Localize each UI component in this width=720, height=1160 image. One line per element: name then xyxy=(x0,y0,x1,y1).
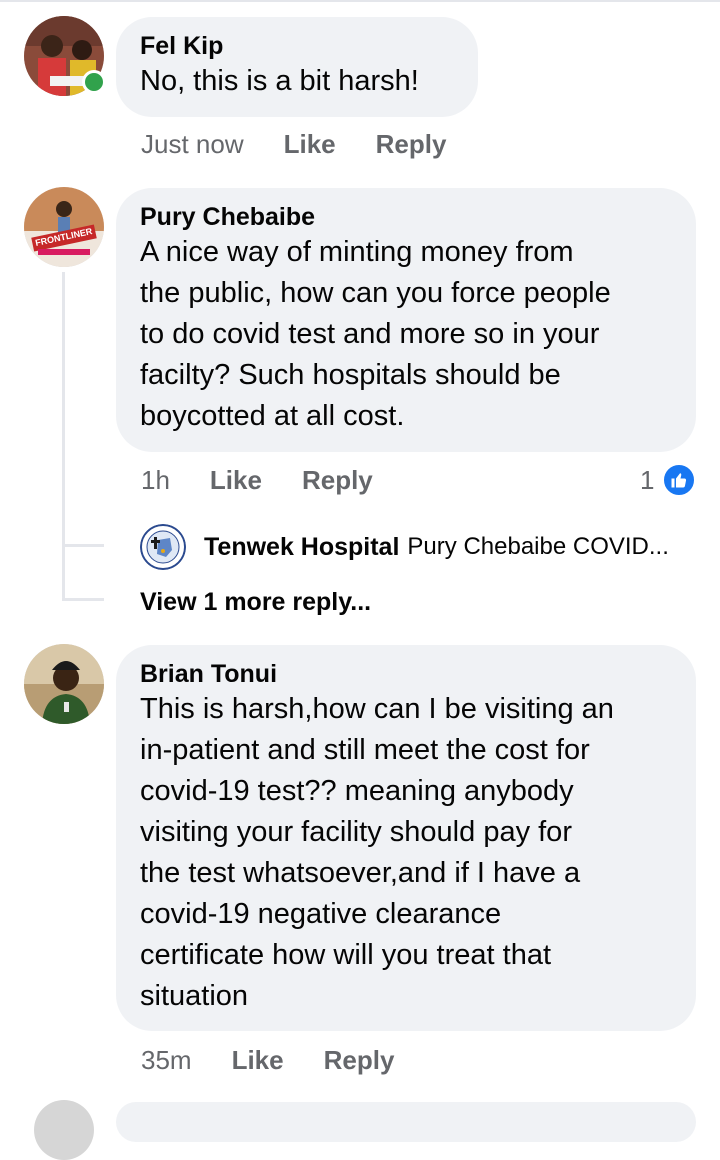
pury-chebaibe-avatar[interactable]: FRONTLINER xyxy=(24,187,104,267)
comment-text: This is harsh,how can I be visiting an i… xyxy=(140,693,614,1012)
comment-text: A nice way of minting money from the pub… xyxy=(140,236,611,432)
reaction-count: 1 xyxy=(640,464,655,495)
reply-button[interactable]: Reply xyxy=(376,129,447,160)
comment-bubble[interactable]: Pury Chebaibe A nice way of minting mone… xyxy=(116,188,696,452)
comment-timestamp[interactable]: Just now xyxy=(141,129,244,160)
like-button[interactable]: Like xyxy=(284,129,336,160)
profile-photo-icon: FRONTLINER xyxy=(24,187,104,267)
comment-author[interactable]: Brian Tonui xyxy=(140,659,672,689)
comment-author[interactable]: Fel Kip xyxy=(140,31,454,61)
comment-bubble[interactable]: Brian Tonui This is harsh,how can I be v… xyxy=(116,645,696,1031)
thumbs-up-icon xyxy=(662,463,697,497)
next-comment-bubble[interactable] xyxy=(116,1102,696,1142)
reply-preview[interactable]: Tenwek Hospital Pury Chebaibe COVID... xyxy=(140,524,669,570)
like-button[interactable]: Like xyxy=(232,1045,284,1076)
reaction-summary[interactable]: 1 xyxy=(640,463,697,497)
reply-snippet: Pury Chebaibe COVID... xyxy=(407,533,669,560)
thread-branch xyxy=(62,598,104,601)
comment-actions: 35m Like Reply xyxy=(141,1045,434,1076)
comment-author[interactable]: Pury Chebaibe xyxy=(140,202,672,232)
like-button[interactable]: Like xyxy=(210,465,262,496)
profile-photo-icon xyxy=(24,644,104,724)
thread-branch xyxy=(62,544,104,547)
view-more-replies-link[interactable]: View 1 more reply... xyxy=(140,588,371,617)
comment-actions: Just now Like Reply xyxy=(141,129,486,160)
thread-line xyxy=(62,272,65,600)
comment-timestamp[interactable]: 1h xyxy=(141,465,170,496)
reply-button[interactable]: Reply xyxy=(302,465,373,496)
comment-timestamp[interactable]: 35m xyxy=(141,1045,192,1076)
comment-actions: 1h Like Reply xyxy=(141,465,413,496)
brian-tonui-avatar[interactable] xyxy=(24,644,104,724)
comment-bubble[interactable]: Fel Kip No, this is a bit harsh! xyxy=(116,17,478,117)
next-comment-avatar[interactable] xyxy=(34,1100,94,1160)
reply-author[interactable]: Tenwek Hospital xyxy=(204,533,399,562)
top-divider xyxy=(0,0,720,2)
reply-button[interactable]: Reply xyxy=(324,1045,395,1076)
online-status-indicator xyxy=(82,70,106,94)
hospital-logo-icon xyxy=(140,524,186,570)
comment-text: No, this is a bit harsh! xyxy=(140,65,419,97)
